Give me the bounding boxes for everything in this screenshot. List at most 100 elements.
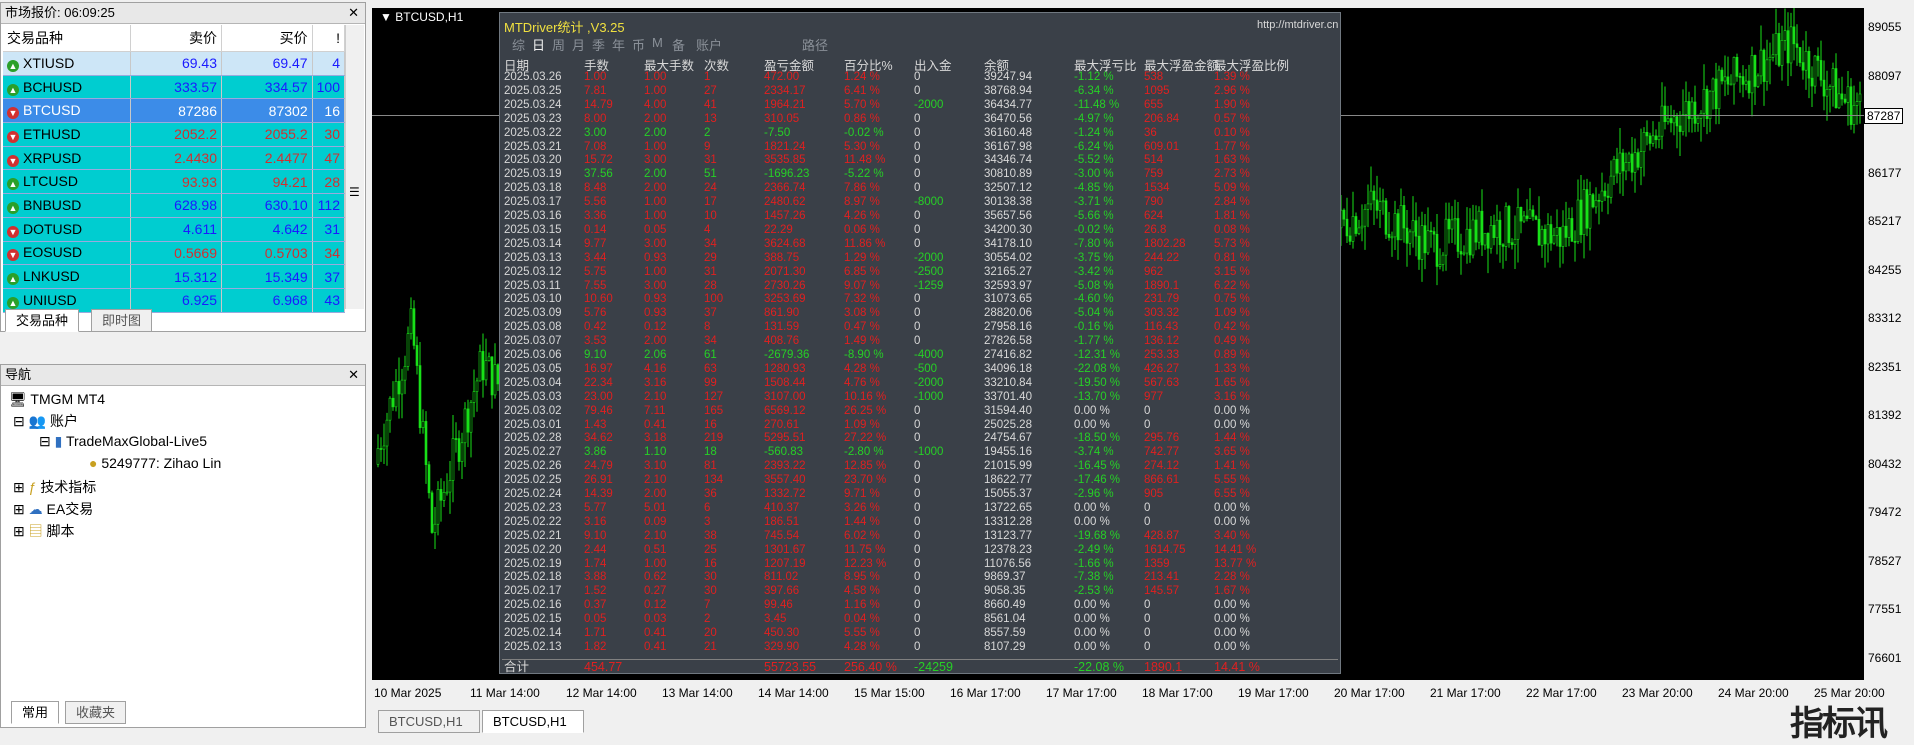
stats-tab[interactable]: 备 xyxy=(672,35,685,54)
stats-tab[interactable]: 账户 xyxy=(696,35,722,54)
close-icon[interactable]: ✕ xyxy=(348,3,359,23)
ask-cell[interactable]: 334.57 xyxy=(221,75,313,100)
nav-item-root[interactable]: 🖥 TMGM MT4 xyxy=(9,391,105,408)
stats-cell: 37.56 xyxy=(584,168,613,181)
ask-cell[interactable]: 0.5703 xyxy=(221,241,313,266)
market-watch-row[interactable]: ▼ EOSUSD 0.5669 0.5703 34 xyxy=(3,241,346,266)
spread-cell[interactable]: 31 xyxy=(312,217,346,242)
symbol-cell[interactable]: ▼ EOSUSD xyxy=(3,241,132,266)
stats-cell: 0.04 % xyxy=(844,613,880,626)
ask-cell[interactable]: 2055.2 xyxy=(221,122,313,147)
stats-tab[interactable]: 年 xyxy=(612,35,625,54)
bid-cell[interactable]: 333.57 xyxy=(130,75,222,100)
symbol-cell[interactable]: ▼ DOTUSD xyxy=(3,217,132,242)
spread-cell[interactable]: 4 xyxy=(312,51,346,76)
tab-chart-1[interactable]: BTCUSD,H1 xyxy=(378,710,480,733)
col-ask[interactable]: 买价 xyxy=(221,25,313,52)
col-symbol[interactable]: 交易品种 xyxy=(3,25,132,52)
stats-tab[interactable]: 综 xyxy=(512,35,525,54)
time-tick-label: 22 Mar 17:00 xyxy=(1526,686,1597,700)
stats-tab[interactable]: 季 xyxy=(592,35,605,54)
spread-cell[interactable]: 47 xyxy=(312,146,346,171)
stats-tab[interactable]: M xyxy=(652,35,663,50)
stats-url[interactable]: http://mtdriver.cn xyxy=(1257,19,1338,31)
market-watch-row[interactable]: ▼ BTCUSD 87286 87302 16 xyxy=(3,98,346,124)
nav-item-indicators[interactable]: ⊞ ƒ 技术指标 xyxy=(13,477,96,497)
tab-symbols[interactable]: 交易品种 xyxy=(5,309,80,332)
stats-tab[interactable]: 币 xyxy=(632,35,645,54)
bid-cell[interactable]: 4.611 xyxy=(130,217,222,242)
spread-cell[interactable]: 37 xyxy=(312,264,346,289)
spread-cell[interactable]: 16 xyxy=(312,98,346,124)
bid-cell[interactable]: 15.312 xyxy=(130,264,222,289)
stats-cell: 2480.62 xyxy=(764,196,806,209)
stats-total-cell: 14.41 % xyxy=(1214,660,1260,674)
nav-item-server[interactable]: ⊟ ▮ TradeMaxGlobal-Live5 xyxy=(39,433,207,450)
tab-common[interactable]: 常用 xyxy=(11,701,60,724)
mtdriver-stats-window[interactable]: MTDriver统计 ,V3.25 http://mtdriver.cn 综日周… xyxy=(499,12,1341,674)
col-bid[interactable]: 卖价 xyxy=(130,25,222,52)
spread-cell[interactable]: 28 xyxy=(312,169,346,195)
bid-cell[interactable]: 2.4430 xyxy=(130,146,222,171)
symbol-cell[interactable]: ▲ LNKUSD xyxy=(3,264,132,289)
nav-item-accounts[interactable]: ⊟ 👥 账户 xyxy=(13,411,78,431)
stats-cell: 1.00 xyxy=(644,196,667,209)
stats-cell: 33210.84 xyxy=(984,376,1032,389)
bid-cell[interactable]: 87286 xyxy=(130,98,222,124)
market-watch-row[interactable]: ▲ BCHUSD 333.57 334.57 100 xyxy=(3,75,346,100)
symbol-cell[interactable]: ▼ ETHUSD xyxy=(3,122,132,147)
spread-cell[interactable]: 100 xyxy=(312,75,346,100)
chart-symbol-label: ▼ BTCUSD,H1 xyxy=(380,10,463,24)
stats-cell: 99.46 xyxy=(764,599,793,612)
bid-cell[interactable]: 628.98 xyxy=(130,193,222,218)
col-spread[interactable]: ! xyxy=(312,25,346,52)
stats-tab[interactable]: 路径 xyxy=(802,35,828,54)
tab-favorites[interactable]: 收藏夹 xyxy=(65,701,127,724)
stats-cell: -4000 xyxy=(914,349,944,361)
stats-cell: 3.00 xyxy=(584,126,607,139)
ask-cell[interactable]: 2.4477 xyxy=(221,146,313,171)
scrollbar[interactable]: ☰ xyxy=(345,25,364,309)
stats-cell: 1.00 xyxy=(644,71,667,83)
close-icon[interactable]: ✕ xyxy=(348,365,359,385)
symbol-cell[interactable]: ▼ XRPUSD xyxy=(3,146,132,171)
symbol-cell[interactable]: ▲ LTCUSD xyxy=(3,169,132,195)
nav-item-scripts[interactable]: ⊞ ▤ 脚本 xyxy=(13,521,75,541)
scroll-menu-icon[interactable]: ☰ xyxy=(349,185,360,199)
stats-cell: 0 xyxy=(914,84,921,97)
spread-cell[interactable]: 34 xyxy=(312,241,346,266)
nav-item-experts[interactable]: ⊞ ☁ EA交易 xyxy=(13,499,93,519)
symbol-cell[interactable]: ▼ BTCUSD xyxy=(3,98,132,124)
stats-cell: 1.41 % xyxy=(1214,460,1250,473)
nav-item-account[interactable]: ● 5249777: Zihao Lin xyxy=(89,455,221,471)
market-watch-row[interactable]: ▼ ETHUSD 2052.2 2055.2 30 xyxy=(3,122,346,147)
ask-cell[interactable]: 69.47 xyxy=(221,51,313,76)
candle-body xyxy=(1348,235,1352,242)
symbol-cell[interactable]: ▲ XTIUSD xyxy=(3,51,132,76)
market-watch-row[interactable]: ▼ XRPUSD 2.4430 2.4477 47 xyxy=(3,146,346,171)
market-watch-row[interactable]: ▼ DOTUSD 4.611 4.642 31 xyxy=(3,217,346,242)
symbol-cell[interactable]: ▲ BCHUSD xyxy=(3,75,132,100)
market-watch-row[interactable]: ▲ LNKUSD 15.312 15.349 37 xyxy=(3,264,346,289)
stats-tab[interactable]: 月 xyxy=(572,35,585,54)
bid-cell[interactable]: 93.93 xyxy=(130,169,222,195)
ask-cell[interactable]: 87302 xyxy=(221,98,313,124)
ask-cell[interactable]: 630.10 xyxy=(221,193,313,218)
bid-cell[interactable]: 0.5669 xyxy=(130,241,222,266)
market-watch-row[interactable]: ▲ XTIUSD 69.43 69.47 4 xyxy=(3,51,346,76)
symbol-cell[interactable]: ▲ BNBUSD xyxy=(3,193,132,218)
ask-cell[interactable]: 4.642 xyxy=(221,217,313,242)
spread-cell[interactable]: 112 xyxy=(312,193,346,218)
stats-tab[interactable]: 周 xyxy=(552,35,565,54)
bid-cell[interactable]: 69.43 xyxy=(130,51,222,76)
ask-cell[interactable]: 94.21 xyxy=(221,169,313,195)
tab-tick-chart[interactable]: 即时图 xyxy=(91,309,153,332)
stats-cell: 7.08 xyxy=(584,140,607,153)
stats-tab[interactable]: 日 xyxy=(532,35,545,54)
market-watch-row[interactable]: ▲ LTCUSD 93.93 94.21 28 xyxy=(3,169,346,195)
ask-cell[interactable]: 15.349 xyxy=(221,264,313,289)
spread-cell[interactable]: 30 xyxy=(312,122,346,147)
tab-chart-2[interactable]: BTCUSD,H1 xyxy=(482,710,584,733)
market-watch-row[interactable]: ▲ BNBUSD 628.98 630.10 112 xyxy=(3,193,346,218)
bid-cell[interactable]: 2052.2 xyxy=(130,122,222,147)
